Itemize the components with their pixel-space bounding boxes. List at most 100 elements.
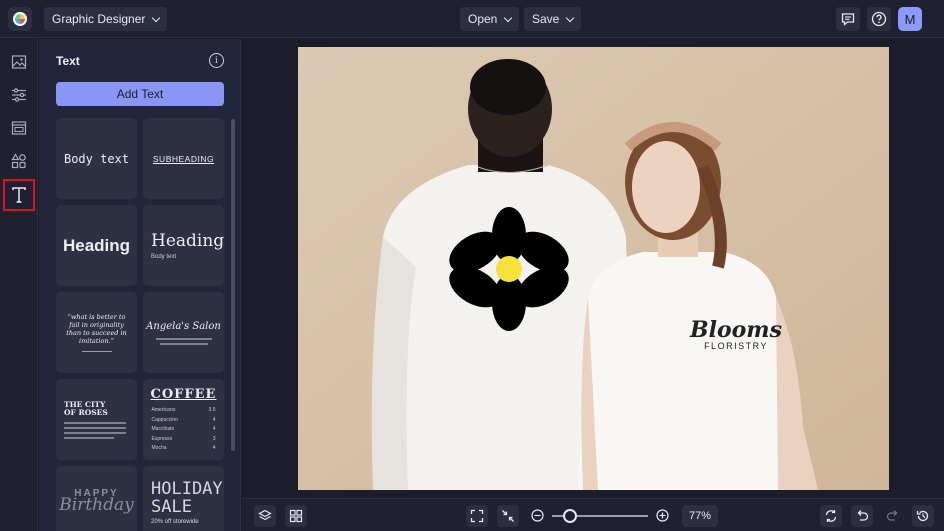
menu-item-price: 4	[212, 416, 216, 423]
actual-size-button[interactable]	[497, 505, 519, 527]
text-preset-salon[interactable]: Angela's Salon	[143, 292, 224, 373]
plus-circle-icon	[656, 509, 669, 522]
rail-text[interactable]	[3, 179, 35, 211]
app-logo[interactable]	[8, 7, 32, 31]
menu-item: Mocha 4	[152, 444, 216, 454]
city-body-lines-3	[64, 432, 126, 434]
layers-icon	[258, 509, 272, 521]
quote-divider	[81, 351, 112, 352]
preset-birthday-bottom: Birthday	[59, 495, 134, 515]
menu-item-name: Cappuccino	[151, 416, 178, 423]
design-canvas[interactable]: Blooms FLORISTRY	[298, 47, 889, 490]
project-dropdown[interactable]: Graphic Designer	[44, 7, 168, 31]
save-dropdown[interactable]: Save	[524, 7, 582, 31]
comment-icon	[841, 13, 855, 26]
open-dropdown[interactable]: Open	[460, 7, 520, 31]
undo-button[interactable]	[851, 505, 873, 527]
coffee-menu-list: Americano 3.5 Cappuccino 4 Macchiato 4 Espr…	[152, 406, 216, 454]
preset-holiday-line1: HOLIDAY	[151, 479, 223, 499]
rail-adjust[interactable]	[9, 85, 29, 105]
rail-graphics[interactable]	[9, 151, 29, 171]
history-button[interactable]	[912, 505, 934, 527]
save-label: Save	[532, 12, 560, 26]
menu-item-name: Espresso	[151, 435, 173, 442]
text-preset-body[interactable]: Body text	[56, 118, 137, 199]
zoom-out-button[interactable]	[531, 509, 544, 522]
help-button[interactable]	[867, 7, 891, 31]
fit-screen-button[interactable]	[466, 505, 488, 527]
shirt-logo: Blooms FLORISTRY	[690, 319, 782, 351]
preset-city-label: THE CITY OF ROSES	[64, 400, 108, 417]
rail-frames[interactable]	[9, 118, 29, 138]
top-bar: Graphic Designer Open Save M	[0, 0, 944, 38]
photo-image	[298, 47, 889, 490]
history-icon	[916, 510, 929, 522]
menu-item-name: Mocha	[151, 445, 167, 451]
menu-item: Espresso 3	[152, 435, 216, 445]
tool-rail	[0, 39, 38, 531]
menu-item: Americano 3.5	[152, 406, 216, 416]
city-body-lines-2	[64, 427, 126, 429]
project-label: Graphic Designer	[52, 12, 146, 26]
canvas-area: Blooms FLORISTRY	[242, 39, 944, 497]
chevron-down-icon	[152, 13, 161, 22]
salon-address-lines	[155, 337, 212, 340]
sliders-icon	[12, 88, 26, 102]
grid-button[interactable]	[285, 505, 307, 527]
preset-body-label: Body text	[63, 151, 130, 166]
panel-title: Text	[56, 54, 80, 68]
menu-item: Cappuccino 4	[152, 416, 216, 426]
comments-button[interactable]	[836, 7, 860, 31]
logo-icon	[13, 12, 27, 26]
preset-holiday-line3: 20% off storewide	[151, 519, 199, 525]
menu-item-price: 3.5	[208, 407, 216, 413]
menu-item-name: Americano	[151, 407, 176, 413]
minus-circle-icon	[531, 509, 544, 522]
text-preset-coffee[interactable]: COFFEE Americano 3.5 Cappuccino 4 Macchiat…	[143, 379, 224, 460]
menu-item-price: 3	[212, 435, 216, 442]
open-label: Open	[468, 12, 498, 26]
menu-item-price: 4	[212, 426, 216, 432]
rail-photos[interactable]	[9, 52, 29, 72]
text-preset-holiday[interactable]: HOLIDAY SALE 20% off storewide	[143, 466, 224, 531]
text-icon	[12, 187, 26, 203]
chevron-down-icon	[504, 13, 513, 22]
preset-subheading-label: SUBHEADING	[152, 153, 215, 164]
text-preset-city[interactable]: THE CITY OF ROSES	[56, 379, 137, 460]
panel-scrollbar[interactable]	[231, 119, 235, 451]
info-icon[interactable]: i	[209, 53, 224, 68]
preset-heading-serif-label: Heading	[151, 231, 224, 251]
shirt-logo-line1: Blooms	[690, 317, 782, 343]
redo-button[interactable]	[882, 505, 904, 527]
grid-icon	[289, 509, 303, 523]
expand-icon	[470, 509, 484, 523]
layers-button[interactable]	[254, 505, 276, 527]
text-preset-subheading[interactable]: SUBHEADING	[143, 118, 224, 199]
help-icon	[871, 11, 887, 27]
salon-address-lines-2	[159, 342, 208, 345]
text-preset-heading[interactable]: Heading	[56, 205, 137, 286]
text-preset-quote[interactable]: “what is better to fail in originality t…	[56, 292, 137, 373]
zoom-in-button[interactable]	[656, 509, 669, 522]
zoom-slider-thumb[interactable]	[563, 509, 577, 523]
user-avatar[interactable]: M	[898, 7, 922, 31]
preset-coffee-label: COFFEE	[150, 387, 217, 402]
undo-icon	[857, 510, 869, 521]
city-body-lines	[64, 422, 126, 424]
rotate-button[interactable]	[820, 505, 842, 527]
city-body-lines-4	[64, 437, 114, 439]
bottom-bar: 77%	[242, 498, 944, 531]
menu-item-name: Macchiato	[151, 426, 175, 432]
frame-icon	[11, 121, 27, 135]
preset-heading-serif-sub: Body text	[151, 254, 177, 260]
shapes-icon	[11, 153, 26, 169]
chevron-down-icon	[566, 13, 575, 22]
preset-holiday-line2: SALE	[151, 497, 192, 517]
text-preset-birthday[interactable]: HAPPY Birthday	[56, 466, 137, 531]
add-text-button[interactable]: Add Text	[56, 82, 224, 106]
zoom-value[interactable]: 77%	[682, 505, 718, 527]
preset-quote-label: “what is better to fail in originality t…	[66, 313, 127, 345]
text-preset-heading-serif[interactable]: Heading Body text	[143, 205, 224, 286]
preset-heading-label: Heading	[62, 235, 131, 255]
preset-salon-label: Angela's Salon	[146, 320, 221, 332]
